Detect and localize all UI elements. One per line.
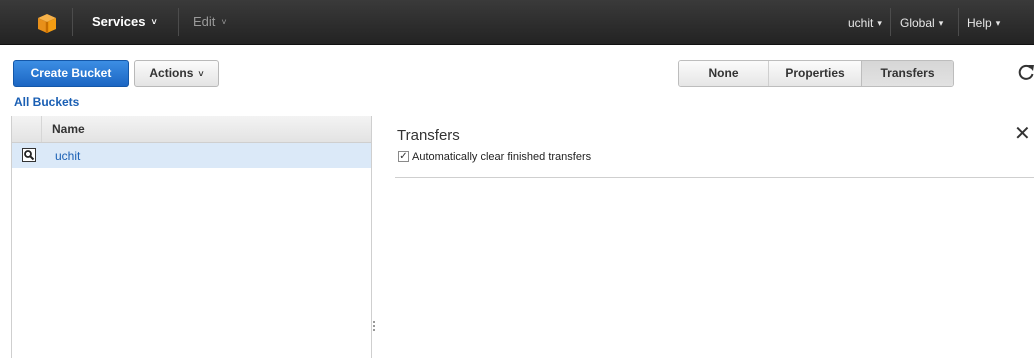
help-label: Help xyxy=(967,16,992,30)
user-menu[interactable]: uchit ▾ xyxy=(848,15,882,32)
name-column-header[interactable]: Name xyxy=(52,122,85,136)
user-label: uchit xyxy=(848,16,874,30)
edit-label: Edit xyxy=(193,14,216,29)
view-transfers-button[interactable]: Transfers xyxy=(862,61,953,86)
transfers-panel-title: Transfers xyxy=(397,127,460,144)
view-properties-button[interactable]: Properties xyxy=(769,61,862,86)
close-icon[interactable]: ✕ xyxy=(1014,124,1031,144)
panel-divider xyxy=(395,177,1034,178)
refresh-icon[interactable] xyxy=(1016,62,1034,82)
top-nav-bar: Services ˅ Edit ˅ uchit ▾ Global ▾ Help ▾ xyxy=(0,0,1034,45)
actions-dropdown-button[interactable]: Actions ˅ xyxy=(134,60,219,87)
chevron-down-icon: ▾ xyxy=(938,18,944,28)
chevron-down-icon: ˅ xyxy=(198,69,204,79)
nav-divider xyxy=(178,8,179,36)
bucket-list-panel: Name uchit xyxy=(11,116,372,358)
chevron-down-icon: ▾ xyxy=(995,18,1001,28)
chevron-down-icon: ▾ xyxy=(877,18,882,28)
pane-divider[interactable] xyxy=(371,116,372,358)
table-row[interactable]: uchit xyxy=(12,143,372,168)
region-label: Global xyxy=(900,16,935,30)
bucket-table-header: Name xyxy=(12,116,372,143)
all-buckets-breadcrumb[interactable]: All Buckets xyxy=(14,95,79,109)
icon-column-header xyxy=(12,116,42,142)
edit-menu[interactable]: Edit ˅ xyxy=(193,14,227,31)
services-label: Services xyxy=(92,14,146,29)
view-toggle-group: None Properties Transfers xyxy=(678,60,954,87)
auto-clear-checkbox[interactable]: ✓ xyxy=(398,151,409,162)
view-none-button[interactable]: None xyxy=(679,61,769,86)
auto-clear-label[interactable]: Automatically clear finished transfers xyxy=(412,151,591,163)
region-menu[interactable]: Global ▾ xyxy=(900,15,943,32)
nav-divider xyxy=(958,8,959,36)
aws-logo-icon[interactable] xyxy=(36,12,58,34)
nav-divider xyxy=(890,8,891,36)
resize-grip-icon[interactable] xyxy=(373,321,376,335)
create-bucket-button[interactable]: Create Bucket xyxy=(13,60,129,87)
chevron-down-icon: ˅ xyxy=(221,17,227,27)
chevron-down-icon: ˅ xyxy=(151,17,157,27)
bucket-name-link[interactable]: uchit xyxy=(55,149,80,163)
nav-divider xyxy=(72,8,73,36)
services-menu[interactable]: Services ˅ xyxy=(92,14,157,31)
help-menu[interactable]: Help ▾ xyxy=(967,15,1000,32)
actions-label: Actions xyxy=(149,66,194,80)
magnifier-icon[interactable] xyxy=(22,148,36,162)
